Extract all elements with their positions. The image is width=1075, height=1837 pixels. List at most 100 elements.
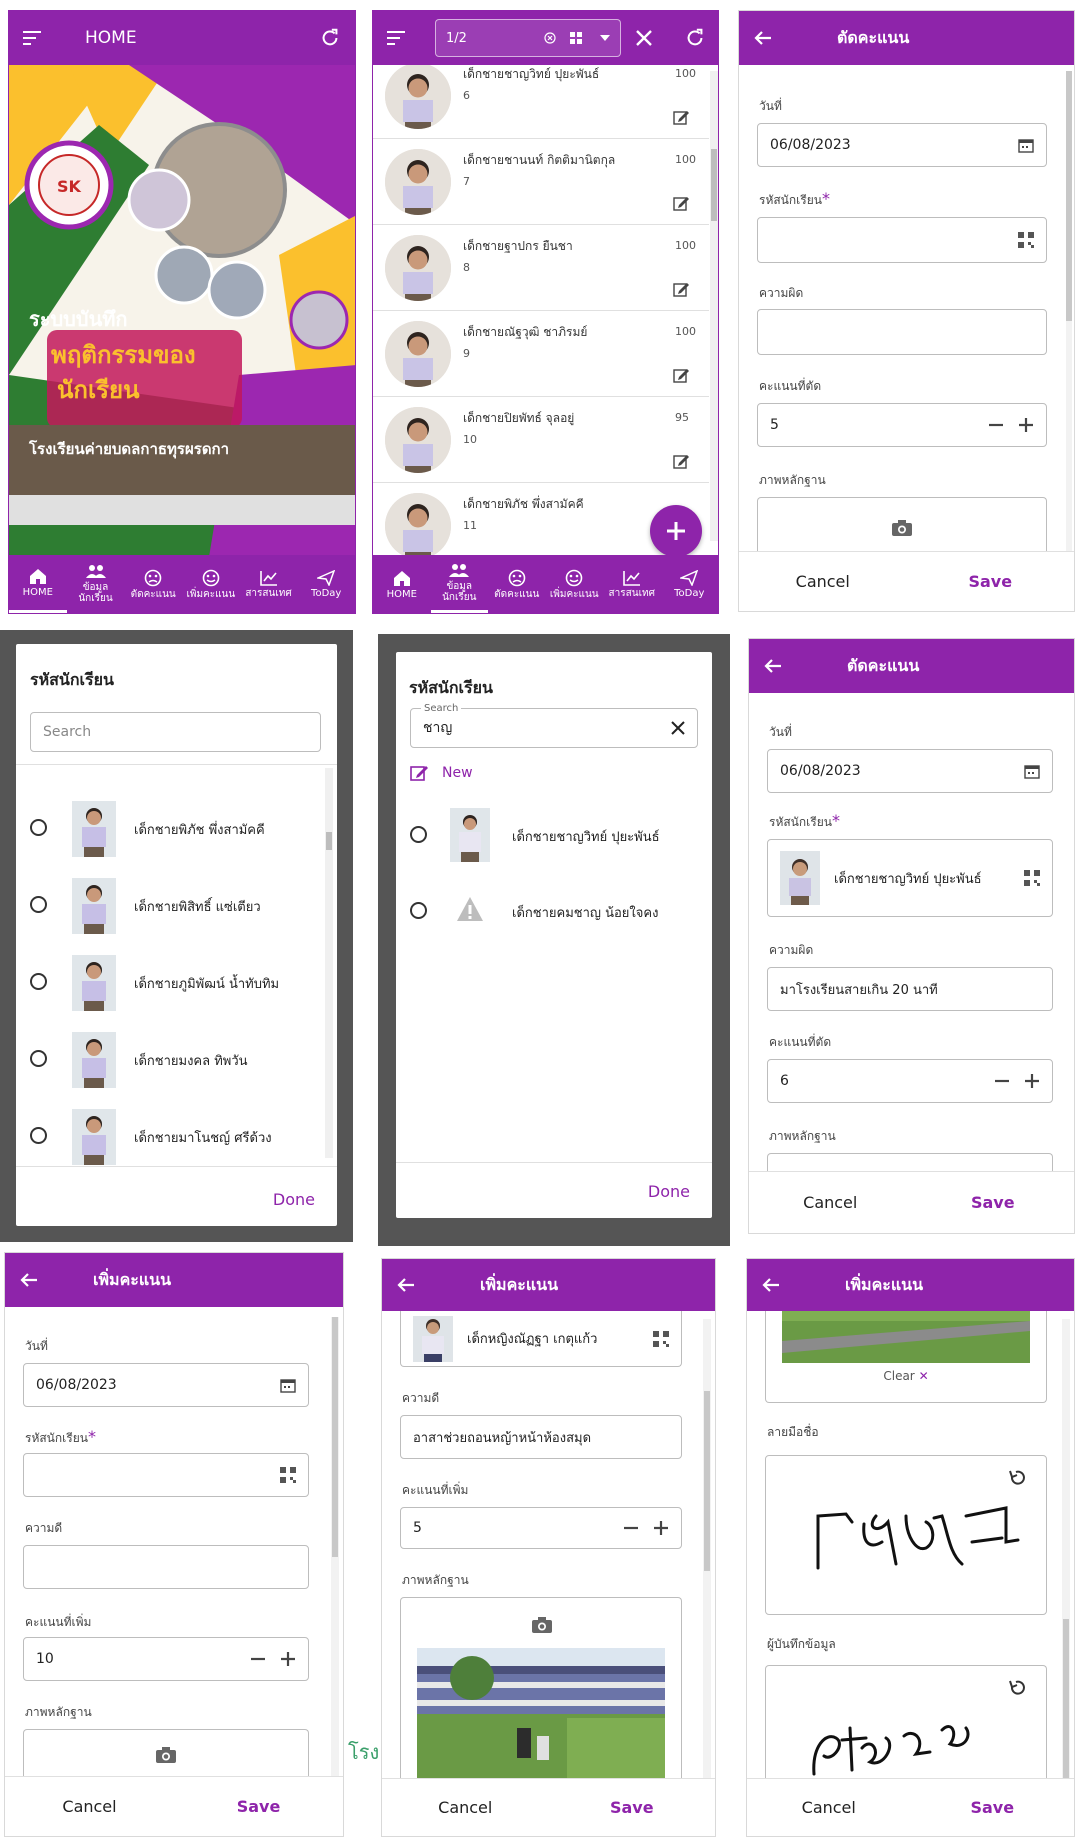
scrollbar[interactable] (1062, 1319, 1070, 1779)
nav-home[interactable]: HOME (373, 555, 431, 613)
radio-button[interactable] (30, 973, 47, 990)
signature-pad[interactable] (765, 1455, 1047, 1615)
grid-icon[interactable] (570, 32, 582, 44)
radio-button[interactable] (30, 896, 47, 913)
cancel-button[interactable]: Cancel (749, 1193, 912, 1212)
search-floating-label: Search (421, 703, 462, 714)
cancel-button[interactable]: Cancel (382, 1798, 549, 1817)
edit-icon[interactable] (673, 367, 689, 383)
date-label: วันที่ (769, 725, 792, 739)
done-button[interactable]: Done (648, 1182, 690, 1201)
list-item[interactable]: เด็กชายพิสิทธิ์ แซ่เตียว (16, 872, 316, 936)
back-arrow-icon[interactable] (761, 1277, 781, 1293)
list-item[interactable]: เด็กชายชาญวิทย์ ปุยะพันธ์ (396, 804, 712, 868)
student-field[interactable]: เด็กชายชาญวิทย์ ปุยะพันธ์ (767, 839, 1053, 917)
edit-icon[interactable] (673, 109, 689, 125)
edit-icon[interactable] (673, 195, 689, 211)
save-button[interactable]: Save (912, 1193, 1075, 1212)
scrollbar[interactable] (703, 1319, 711, 1779)
clear-circle-icon[interactable] (544, 32, 556, 44)
fault-field[interactable]: มาโรงเรียนสายเกิน 20 นาที (767, 967, 1053, 1011)
list-item[interactable]: เด็กชายมงคล ทิพวัน (16, 1026, 316, 1090)
nav-deduct[interactable]: ตัดคะแนน (124, 555, 182, 613)
date-field[interactable]: 06/08/2023 (23, 1363, 309, 1407)
save-button[interactable]: Save (174, 1797, 343, 1816)
table-row[interactable]: เด็กชายฐาปกร ยืนชา 8 100 (373, 225, 709, 311)
refresh-icon[interactable] (684, 27, 706, 49)
list-item[interactable]: เด็กชายพิภัช พึ่งสามัคคี (16, 795, 316, 859)
nav-today[interactable]: ToDay (297, 555, 355, 613)
nav-home[interactable]: HOME (9, 555, 67, 613)
points-stepper[interactable]: 5 (757, 403, 1047, 447)
radio-button[interactable] (410, 902, 427, 919)
scrollbar[interactable] (1066, 71, 1072, 551)
evidence-upload[interactable] (757, 497, 1047, 557)
bottom-nav: HOME ข้อมูล นักเรียน ตัดคะแนน เพิ่มคะแนน… (9, 555, 355, 613)
radio-button[interactable] (30, 819, 47, 836)
points-stepper[interactable]: 10 (23, 1637, 309, 1681)
close-icon[interactable] (635, 29, 653, 47)
new-button[interactable]: New (410, 764, 473, 782)
pager-box[interactable]: 1/2 (435, 19, 621, 57)
save-button[interactable]: Save (911, 1798, 1075, 1817)
chevron-down-icon[interactable] (600, 34, 610, 42)
scrollbar[interactable] (710, 71, 718, 541)
fault-field[interactable] (757, 309, 1047, 355)
radio-button[interactable] (410, 826, 427, 843)
good-field[interactable]: อาสาช่วยถอนหญ้าหน้าห้องสมุด (400, 1415, 682, 1459)
back-arrow-icon[interactable] (753, 30, 773, 46)
evidence-upload[interactable] (23, 1729, 309, 1779)
back-arrow-icon[interactable] (396, 1277, 416, 1293)
cancel-button[interactable]: Cancel (739, 572, 907, 591)
good-field[interactable] (23, 1545, 309, 1589)
cancel-button[interactable]: Cancel (5, 1797, 174, 1816)
add-fab[interactable] (650, 505, 702, 557)
student-field[interactable] (757, 217, 1047, 263)
list-item[interactable]: เด็กชายคมชาญ น้อยใจคง (396, 880, 712, 944)
table-row[interactable]: เด็กชายชานนท์ กิตติมานิตกุล 7 100 (373, 139, 709, 225)
nav-info[interactable]: สารสนเทศ (240, 555, 298, 613)
close-icon[interactable] (671, 721, 685, 735)
menu-icon[interactable] (23, 30, 43, 46)
list-item[interactable]: เด็กชายมาโนชญ์ ศรีด้วง (16, 1103, 316, 1165)
nav-add[interactable]: เพิ่มคะแนน (182, 555, 240, 613)
home-header: HOME (9, 11, 355, 65)
points-stepper[interactable]: 5 (400, 1507, 682, 1549)
nav-students[interactable]: ข้อมูล นักเรียน (430, 555, 488, 613)
nav-today[interactable]: ToDay (661, 555, 719, 613)
nav-students[interactable]: ข้อมูล นักเรียน (67, 555, 125, 613)
table-row[interactable]: เด็กชายปิยพัทธ์ จุลอยู่ 10 95 (373, 397, 709, 483)
table-row[interactable]: เด็กชายชาญวิทย์ ปุยะพันธ์ 6 100 (373, 65, 709, 139)
nav-deduct[interactable]: ตัดคะแนน (488, 555, 546, 613)
save-button[interactable]: Save (907, 572, 1075, 591)
edit-icon[interactable] (673, 453, 689, 469)
done-button[interactable]: Done (273, 1190, 315, 1209)
clear-button[interactable]: Clear ✕ (766, 1369, 1046, 1383)
save-button[interactable]: Save (549, 1798, 716, 1817)
search-input[interactable]: Search ชาญ (410, 703, 698, 748)
scrollbar[interactable] (325, 768, 333, 1158)
form-footer: Cancel Save (382, 1778, 715, 1836)
nav-add[interactable]: เพิ่มคะแนน (546, 555, 604, 613)
student-field[interactable] (23, 1453, 309, 1497)
radio-button[interactable] (30, 1127, 47, 1144)
list-item[interactable]: เด็กชายภูมิพัฒน์ น้ำทับทิม (16, 949, 316, 1013)
student-field[interactable]: เด็กหญิงณัฏฐา เกตุแก้ว (400, 1311, 682, 1367)
recorder-signature-pad[interactable] (765, 1665, 1047, 1779)
radio-button[interactable] (30, 1050, 47, 1067)
date-field[interactable]: 06/08/2023 (767, 749, 1053, 793)
evidence-upload[interactable] (400, 1597, 682, 1780)
date-field[interactable]: 06/08/2023 (757, 123, 1047, 167)
cancel-button[interactable]: Cancel (747, 1798, 911, 1817)
points-stepper[interactable]: 6 (767, 1059, 1053, 1103)
edit-icon[interactable] (673, 281, 689, 297)
nav-info[interactable]: สารสนเทศ (603, 555, 661, 613)
refresh-icon[interactable] (319, 27, 341, 49)
scrollbar[interactable] (331, 1317, 339, 1777)
table-row[interactable]: เด็กชายณัฐวุฒิ ชาภิรมย์ 9 100 (373, 311, 709, 397)
search-input[interactable]: Search (30, 712, 321, 752)
back-arrow-icon[interactable] (763, 658, 783, 674)
menu-icon[interactable] (387, 30, 407, 46)
back-arrow-icon[interactable] (19, 1272, 39, 1288)
qr-icon (280, 1467, 296, 1483)
